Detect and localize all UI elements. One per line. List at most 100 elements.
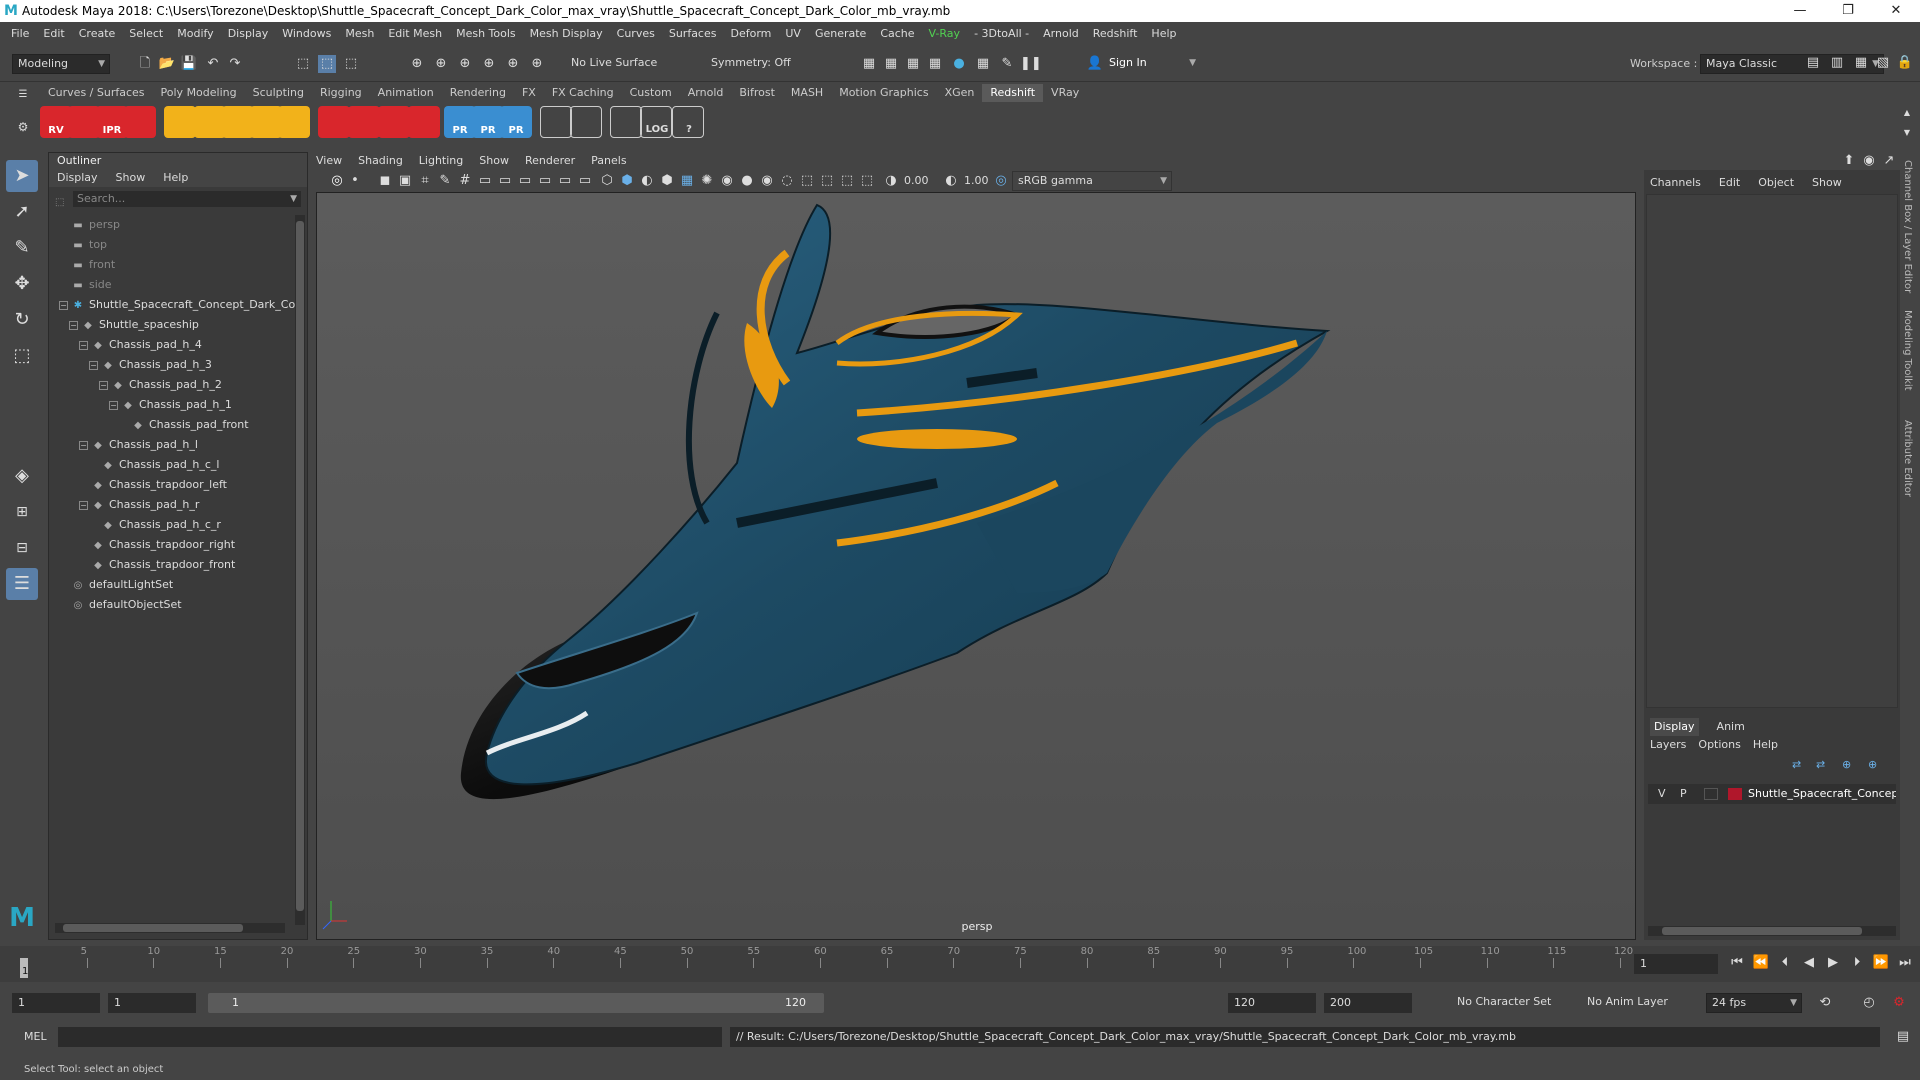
outliner-menu-display[interactable]: Display — [57, 169, 98, 187]
xray-joints-icon[interactable]: ⬚ — [838, 172, 856, 190]
outliner-row[interactable]: − ◆ Chassis_pad_h_l — [49, 435, 295, 455]
collapse-toggle-icon[interactable]: − — [109, 401, 118, 410]
field-chart-icon[interactable]: ▭ — [536, 172, 554, 190]
menu-surfaces[interactable]: Surfaces — [662, 27, 724, 40]
shelf-tab-mash[interactable]: MASH — [783, 84, 831, 102]
rs-volume-icon[interactable] — [348, 106, 380, 138]
shelf-tab-redshift[interactable]: Redshift — [982, 84, 1044, 102]
menu-edit-mesh[interactable]: Edit Mesh — [381, 27, 449, 40]
rs-window-icon[interactable] — [610, 106, 642, 138]
spaceship-model[interactable] — [317, 193, 1636, 940]
channel-box-icon-1[interactable]: ⬆ — [1840, 152, 1858, 170]
textured-icon[interactable]: ⬢ — [658, 172, 676, 190]
menu-generate[interactable]: Generate — [808, 27, 873, 40]
gamma-value[interactable]: 1.00 — [964, 174, 989, 187]
render-view-icon[interactable]: ▦ — [860, 55, 878, 73]
outliner-row[interactable]: ▬ front — [49, 255, 295, 275]
motion-blur-icon[interactable]: ● — [738, 172, 756, 190]
menu-help[interactable]: Help — [1144, 27, 1183, 40]
paint-select-tool-icon[interactable]: ✎ — [6, 232, 38, 264]
menu-create[interactable]: Create — [72, 27, 123, 40]
snap-curve-icon[interactable]: ⊕ — [432, 55, 450, 73]
menu-set-dropdown[interactable]: Modeling ▼ — [12, 54, 110, 74]
animation-end-field[interactable]: 200 — [1324, 993, 1412, 1013]
select-hierarchy-icon[interactable]: ⬚ — [294, 55, 312, 73]
snap-grid-icon[interactable]: ⊕ — [408, 55, 426, 73]
shelf-tab-xgen[interactable]: XGen — [937, 84, 983, 102]
menu-redshift[interactable]: Redshift — [1086, 27, 1145, 40]
viewport-menu-lighting[interactable]: Lighting — [419, 152, 463, 170]
light-editor-icon[interactable]: ✎ — [998, 55, 1016, 73]
menu-display[interactable]: Display — [221, 27, 276, 40]
symmetry-dropdown[interactable]: Symmetry: Off — [706, 54, 802, 74]
safe-action-icon[interactable]: ▭ — [556, 172, 574, 190]
ambient-occlusion-icon[interactable]: ◉ — [718, 172, 736, 190]
outliner-vertical-scrollbar[interactable] — [295, 215, 305, 925]
2d-pan-zoom-icon[interactable]: ⌗ — [416, 172, 434, 190]
shelf-tab-bifrost[interactable]: Bifrost — [731, 84, 783, 102]
save-scene-icon[interactable]: 💾 — [180, 55, 198, 73]
new-layer-selected-icon[interactable]: ⊕ — [1868, 758, 1877, 771]
bookmark-icon[interactable]: ◼ — [376, 172, 394, 190]
move-tool-icon[interactable]: ✥ — [6, 268, 38, 300]
channel-box-menu-show[interactable]: Show — [1812, 172, 1842, 194]
layer-type-toggle[interactable] — [1704, 788, 1718, 800]
time-slider[interactable]: 5 10 15 20 25 30 35 40 45 50 55 60 65 70 75 80 85 90 95 100… — [0, 946, 1920, 982]
shelf-tab-custom[interactable]: Custom — [622, 84, 680, 102]
menu-cache[interactable]: Cache — [873, 27, 921, 40]
outliner-menu-help[interactable]: Help — [163, 169, 188, 187]
move-layer-down-icon[interactable]: ⇄ — [1816, 758, 1825, 771]
layer-tab-anim[interactable]: Anim — [1713, 718, 1749, 736]
animation-preferences-icon[interactable]: ⚙ — [1890, 994, 1908, 1012]
undo-icon[interactable]: ↶ — [204, 55, 222, 73]
menu-deform[interactable]: Deform — [723, 27, 778, 40]
outliner-row[interactable]: ◆ Chassis_pad_h_c_l — [49, 455, 295, 475]
use-all-lights-icon[interactable]: ▦ — [678, 172, 696, 190]
snap-surface-icon[interactable]: ⊕ — [504, 55, 522, 73]
render-frame-icon[interactable]: ▦ — [882, 55, 900, 73]
shelf-settings-icon[interactable]: ⚙ — [14, 118, 32, 136]
color-management-icon[interactable]: ◎ — [992, 172, 1010, 190]
xray-icon[interactable]: ⬚ — [818, 172, 836, 190]
outliner-row[interactable]: − ◆ Chassis_pad_h_2 — [49, 375, 295, 395]
collapse-toggle-icon[interactable]: − — [79, 341, 88, 350]
viewport-menu-view[interactable]: View — [316, 152, 342, 170]
wireframe-icon[interactable]: ⬡ — [598, 172, 616, 190]
wireframe-on-shaded-icon[interactable]: ◐ — [638, 172, 656, 190]
collapse-toggle-icon[interactable]: − — [79, 501, 88, 510]
outliner-row[interactable]: − ◆ Chassis_pad_h_4 — [49, 335, 295, 355]
new-scene-icon[interactable]: 🗋 — [136, 55, 154, 73]
shelf-tab-motion-graphics[interactable]: Motion Graphics — [831, 84, 936, 102]
channel-box-area[interactable] — [1646, 194, 1898, 708]
shelf-tab-curves-surfaces[interactable]: Curves / Surfaces — [40, 84, 153, 102]
depth-of-field-icon[interactable]: ◌ — [778, 172, 796, 190]
rs-sphere-icon[interactable] — [408, 106, 440, 138]
pause-icon[interactable]: ❚❚ — [1020, 55, 1042, 73]
layer-menu-layers[interactable]: Layers — [1650, 736, 1686, 754]
scale-tool-icon[interactable]: ⬚ — [6, 340, 38, 372]
rs-hair-icon[interactable] — [378, 106, 410, 138]
menu-file[interactable]: File — [4, 27, 36, 40]
playback-start-field[interactable]: 1 — [108, 993, 196, 1013]
grid-icon[interactable]: # — [456, 172, 474, 190]
menu-v-ray[interactable]: V-Ray — [922, 27, 968, 40]
loop-icon[interactable]: ⟲ — [1816, 994, 1834, 1012]
menu-mesh-tools[interactable]: Mesh Tools — [449, 27, 523, 40]
step-back-icon[interactable]: ⏪ — [1752, 954, 1770, 972]
safe-title-icon[interactable]: ▭ — [576, 172, 594, 190]
layer-horizontal-scrollbar[interactable] — [1648, 926, 1896, 936]
menu-windows[interactable]: Windows — [275, 27, 338, 40]
menu-edit[interactable]: Edit — [36, 27, 71, 40]
exposure-value[interactable]: 0.00 — [904, 174, 929, 187]
anim-layer-dropdown[interactable]: No Anim Layer — [1582, 993, 1682, 1013]
layout-icon-1[interactable]: ▤ — [1804, 54, 1822, 72]
menu-modify[interactable]: Modify — [170, 27, 220, 40]
outliner-row[interactable]: − ◆ Shuttle_spaceship — [49, 315, 295, 335]
outliner-row[interactable]: − ✱ Shuttle_Spacecraft_Concept_Dark_Co — [49, 295, 295, 315]
shadows-icon[interactable]: ✺ — [698, 172, 716, 190]
shelf-scroll-up-icon[interactable]: ▲ — [1898, 104, 1916, 122]
rs-plane-light-icon[interactable] — [164, 106, 196, 138]
channel-box-menu-edit[interactable]: Edit — [1719, 172, 1740, 194]
live-surface-field[interactable]: No Live Surface — [566, 54, 662, 74]
new-layer-icon[interactable]: ⊕ — [1842, 758, 1851, 771]
